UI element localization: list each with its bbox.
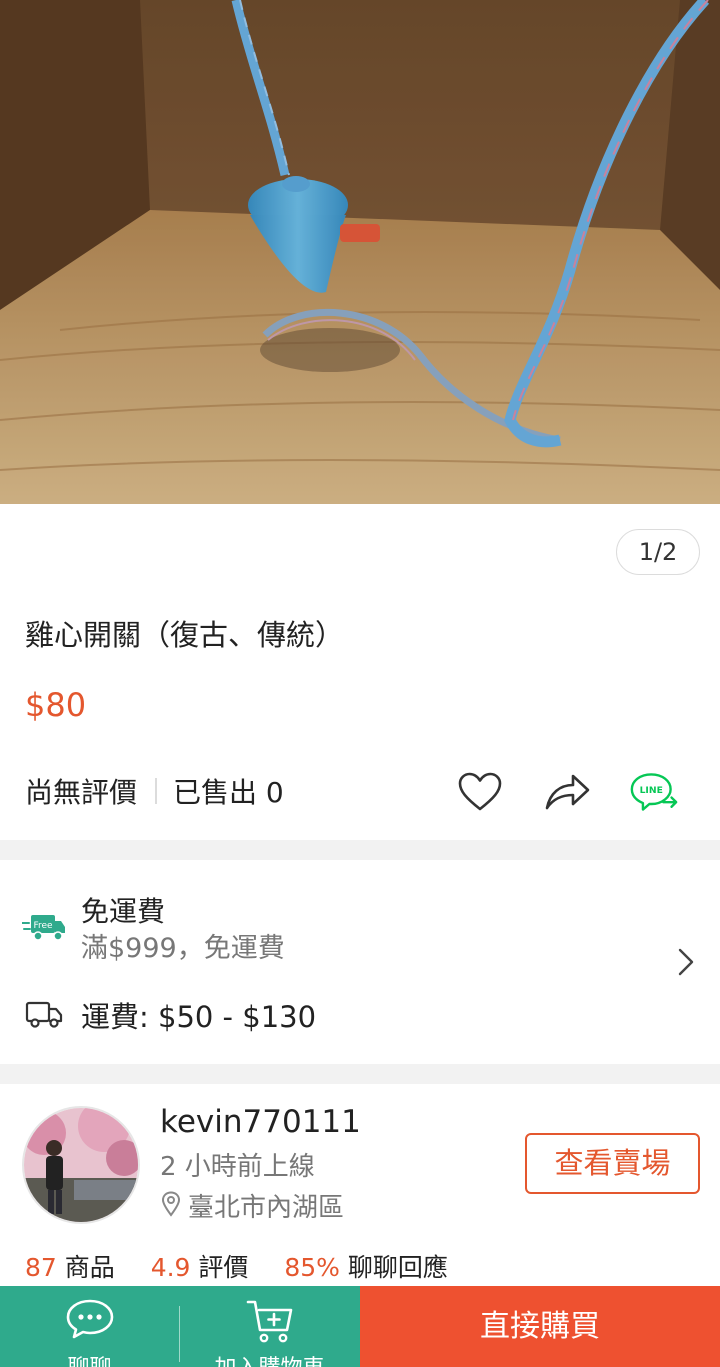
section-divider	[0, 1064, 720, 1084]
buy-now-button[interactable]: 直接購買	[360, 1286, 720, 1367]
add-to-cart-button[interactable]: 加入購物車	[180, 1286, 359, 1367]
chat-icon	[65, 1298, 115, 1344]
free-shipping-title: 免運費	[81, 895, 166, 928]
line-share-button[interactable]: LINE	[630, 768, 678, 816]
free-badge-text: Free	[33, 921, 53, 931]
rating-text: 尚無評價	[25, 776, 138, 809]
heart-icon	[458, 772, 502, 811]
sold-text: 已售出 0	[173, 776, 284, 809]
product-title: 雞心開關（復古、傳統）	[25, 618, 345, 652]
items-count: 87	[25, 1253, 57, 1282]
avatar[interactable]	[22, 1106, 140, 1224]
free-shipping-icon: Free	[21, 911, 66, 947]
chevron-right-icon[interactable]	[676, 947, 696, 981]
rating-sold-row: 尚無評價 已售出 0	[25, 770, 284, 812]
seller-online-status: 2 小時前上線	[160, 1152, 315, 1182]
line-label: LINE	[640, 785, 663, 796]
favorite-button[interactable]	[456, 768, 504, 816]
bottom-action-bar: 聊聊 加入購物車 直接購買	[0, 1286, 720, 1367]
location-pin-icon	[161, 1191, 181, 1221]
reply-rate: 85%	[284, 1253, 340, 1282]
truck-icon	[25, 999, 63, 1033]
free-shipping-condition: 滿$999，免運費	[81, 933, 285, 964]
product-image[interactable]	[0, 0, 720, 504]
image-counter: 1/2	[616, 529, 700, 575]
add-to-cart-label: 加入購物車	[180, 1350, 359, 1367]
reply-label: 聊聊回應	[347, 1253, 448, 1282]
rating-score: 4.9	[150, 1253, 191, 1282]
rating-label: 評價	[198, 1253, 249, 1282]
product-price: $80	[25, 686, 87, 724]
seller-location: 臺北市內湖區	[188, 1193, 345, 1223]
shipping-fee: 運費: $50 - $130	[81, 1000, 317, 1034]
view-shop-button[interactable]: 查看賣場	[525, 1133, 700, 1194]
items-label: 商品	[64, 1253, 115, 1282]
share-icon	[545, 774, 590, 810]
chat-button[interactable]: 聊聊	[0, 1286, 179, 1367]
add-cart-icon	[245, 1298, 295, 1348]
divider	[155, 778, 158, 804]
line-share-icon: LINE	[630, 773, 678, 811]
chat-label: 聊聊	[0, 1350, 179, 1367]
share-button[interactable]	[543, 768, 591, 816]
seller-stats: 87 商品 4.9 評價 85% 聊聊回應	[25, 1248, 448, 1284]
section-divider	[0, 840, 720, 860]
seller-name[interactable]: kevin770111	[160, 1104, 361, 1140]
